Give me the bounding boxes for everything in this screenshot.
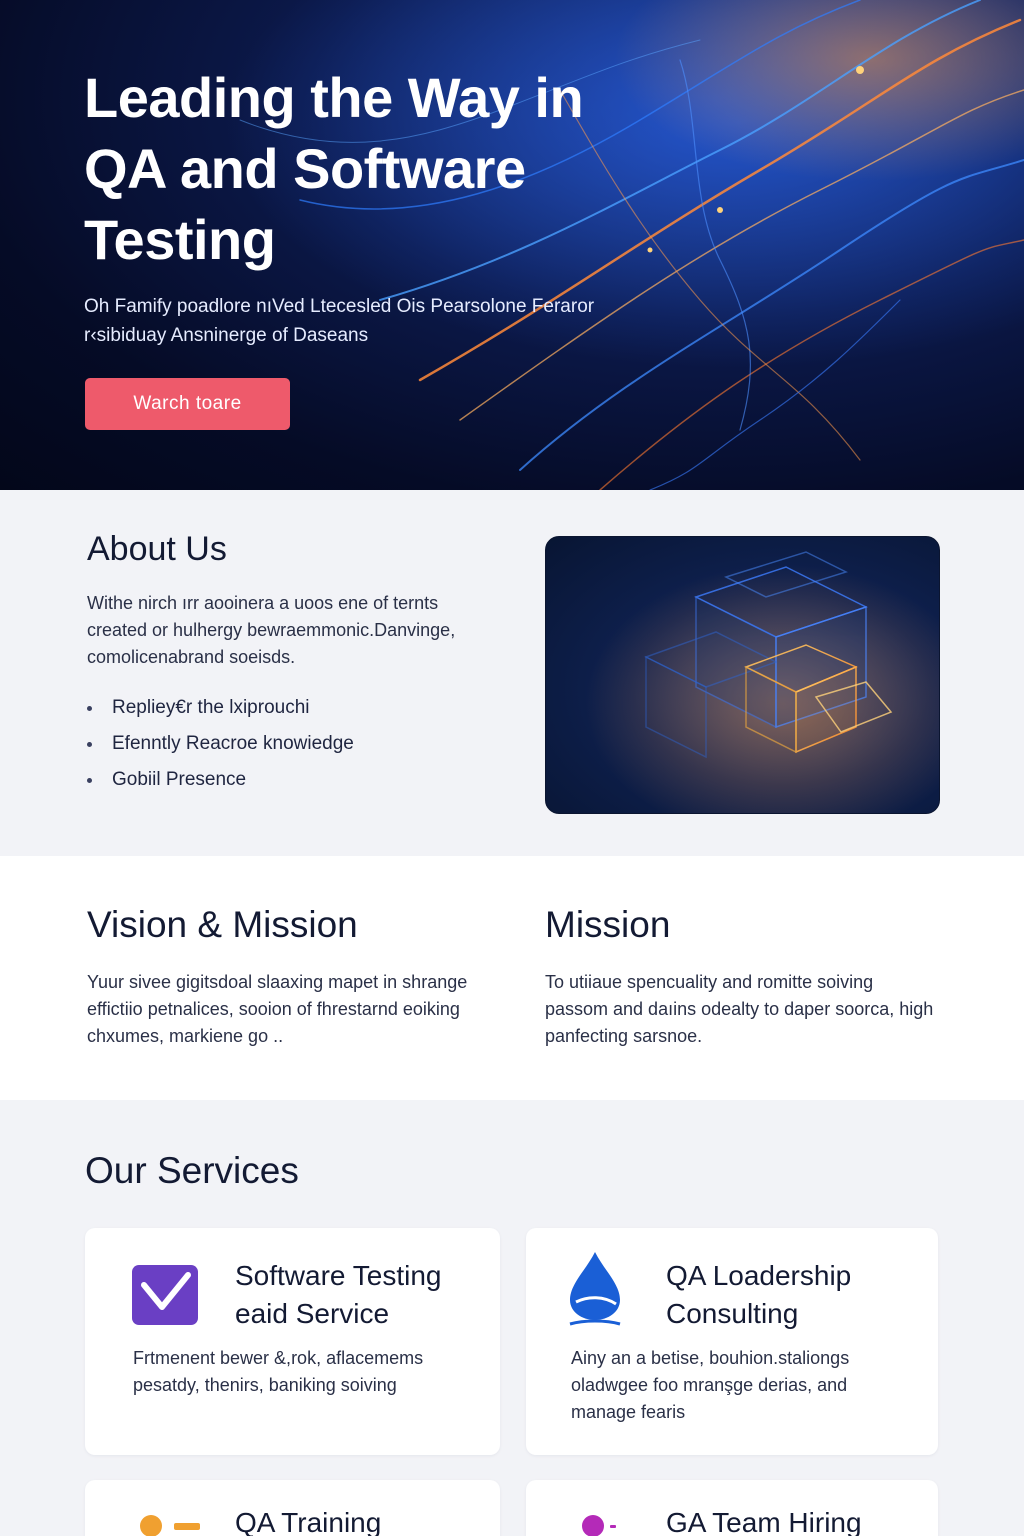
services-title: Our Services <box>85 1150 299 1191</box>
service-card-qa-training[interactable]: QA Training <box>85 1480 500 1536</box>
list-item-label: Gobiil Presence <box>112 769 247 790</box>
list-item-label: Repliey€r the lxiprouchi <box>112 697 310 718</box>
hero-section: Leading the Way in QA and Software Testi… <box>0 0 1024 490</box>
progress-dots-icon <box>140 1515 202 1536</box>
service-card-title: QA Training <box>235 1507 382 1536</box>
about-image <box>545 536 940 814</box>
service-card-text: Ainy an a betise, bouhion.staliongs olad… <box>571 1348 850 1422</box>
service-card-title: QA Loadership Consulting <box>666 1260 852 1329</box>
mission-title: Mission <box>545 904 671 945</box>
mission-text: To utiiaue spencuality and romitte soivi… <box>545 972 934 1046</box>
list-item: Repliey€r the lxiprouchi <box>87 690 354 726</box>
service-card-qa-leadership[interactable]: QA Loadership Consulting Ainy an a betis… <box>526 1228 938 1455</box>
service-card-title: Software Testing eaid Service <box>235 1260 442 1329</box>
list-item-label: Efenntly Reacroe knowiedge <box>112 733 354 754</box>
service-card-team-hiring[interactable]: GA Team Hiring <box>526 1480 938 1536</box>
services-section: Our Services Software Testing eaid Servi… <box>0 1100 1024 1536</box>
glass-cubes-graphic <box>546 537 939 813</box>
vision-mission-section: Vision & Mission Yuur sivee gigitsdoal s… <box>0 856 1024 1100</box>
about-section: About Us Withe nirch ırr aooinera a uoos… <box>0 490 1024 856</box>
hero-title: Leading the Way in QA and Software Testi… <box>84 66 584 271</box>
team-dot-icon <box>582 1515 622 1536</box>
hero-subtitle: Oh Famify poadlore nıVed Ltecesled Ois P… <box>84 296 595 346</box>
vision-text: Yuur sivee gigitsdoal slaaxing mapet in … <box>87 972 468 1046</box>
vision-title: Vision & Mission <box>87 904 358 945</box>
bullet-icon <box>87 777 92 783</box>
about-bullet-list: Repliey€r the lxiprouchi Efenntly Reacro… <box>87 690 354 798</box>
checkbox-icon <box>132 1265 198 1330</box>
service-card-software-testing[interactable]: Software Testing eaid Service Frtmenent … <box>85 1228 500 1455</box>
bullet-icon <box>87 705 92 711</box>
service-card-title: GA Team Hiring <box>666 1507 862 1536</box>
bullet-icon <box>87 741 92 747</box>
service-card-text: Frtmenent bewer &,rok, aflacemems pesatd… <box>133 1348 424 1395</box>
about-title: About Us <box>87 530 227 568</box>
about-text: Withe nirch ırr aooinera a uoos ene of t… <box>87 593 456 667</box>
list-item: Gobiil Presence <box>87 762 354 798</box>
hero-cta-button[interactable]: Warch toare <box>85 378 290 430</box>
list-item: Efenntly Reacroe knowiedge <box>87 726 354 762</box>
drop-leader-icon <box>564 1250 626 1333</box>
